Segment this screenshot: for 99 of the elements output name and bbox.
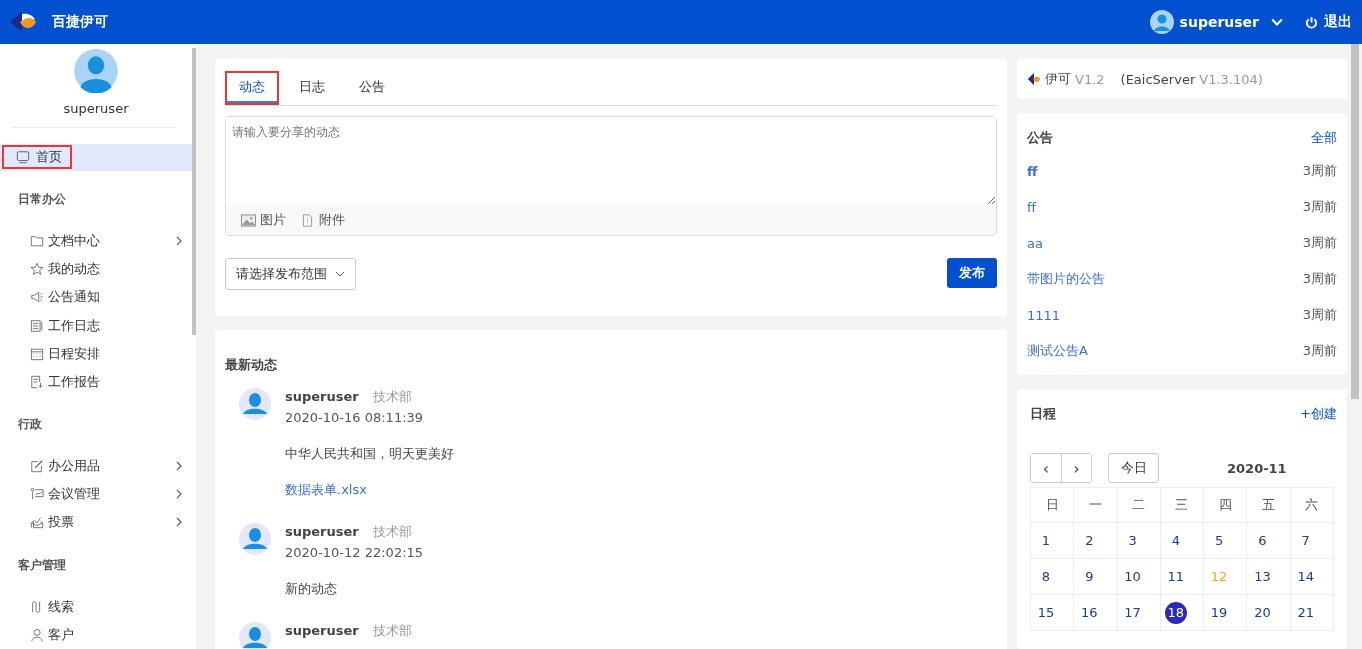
meeting-icon <box>30 487 44 502</box>
user-name: superuser <box>63 100 129 116</box>
post-time: 2020-10-16 08:11:39 <box>285 410 424 425</box>
server-version: V1.3.104) <box>1199 71 1263 87</box>
author-name: superuser <box>285 389 359 404</box>
weekday-header: 二 <box>1117 487 1161 523</box>
sidebar-item[interactable]: 我的动态 <box>0 255 192 284</box>
author-name: superuser <box>285 524 359 539</box>
folder-icon <box>30 233 44 248</box>
next-button[interactable]: › <box>1061 454 1091 482</box>
chevron-right-icon <box>176 461 182 472</box>
notice-link[interactable]: 测试公告A <box>1027 342 1088 360</box>
image-button[interactable]: 图片 <box>241 211 286 229</box>
section-heading: 行政 <box>17 415 43 433</box>
server-name: (EaicServer <box>1120 71 1196 87</box>
department: 技术部 <box>372 524 412 539</box>
notice-link[interactable]: ff <box>1027 199 1036 215</box>
app-name: 百捷伊可 <box>52 13 108 31</box>
sidebar-item[interactable]: 文档中心 <box>0 226 192 256</box>
chevron-down-icon <box>1271 18 1283 26</box>
sidebar-item[interactable]: 办公用品 <box>0 451 192 481</box>
weekday-header: 五 <box>1246 487 1291 523</box>
notice-time: 3周前 <box>1302 306 1337 324</box>
chevron-down-icon <box>335 271 345 277</box>
avatar-icon <box>1149 10 1174 34</box>
avatar-icon <box>72 49 120 93</box>
view-all-link[interactable]: 全部 <box>1311 129 1337 147</box>
scrollbar[interactable] <box>192 48 196 335</box>
scrollbar[interactable] <box>1351 44 1359 399</box>
tab[interactable]: 日志 <box>285 71 339 105</box>
report-icon <box>30 374 44 389</box>
notice-time: 3周前 <box>1302 162 1337 180</box>
create-link[interactable]: +创建 <box>1300 405 1337 423</box>
notice-link[interactable]: 1111 <box>1027 307 1061 323</box>
avatar-icon <box>239 622 271 649</box>
notice-time: 3周前 <box>1302 342 1337 360</box>
chevron-right-icon <box>176 489 182 500</box>
notice-time: 3周前 <box>1302 198 1337 216</box>
calendar-day[interactable]: 18 <box>1164 601 1187 624</box>
power-icon <box>1305 15 1318 29</box>
edit-icon <box>30 459 44 474</box>
notice-link[interactable]: 带图片的公告 <box>1027 270 1105 288</box>
notice-time: 3周前 <box>1302 234 1337 252</box>
post-time: 2020-10-12 22:02:15 <box>285 545 424 560</box>
section-heading: 客户管理 <box>17 556 67 574</box>
sidebar-item[interactable]: 会议管理 <box>0 480 192 509</box>
today-button[interactable]: 今日 <box>1108 453 1159 483</box>
weekday-header: 四 <box>1203 487 1247 523</box>
sidebar-item[interactable]: 客户 <box>0 620 192 649</box>
logo-icon <box>1027 72 1041 86</box>
sidebar-item[interactable]: 公告通知 <box>0 283 192 312</box>
section-title: 最新动态 <box>225 356 278 374</box>
sidebar-item[interactable]: 工作报告 <box>0 367 192 396</box>
monitor-icon <box>16 150 30 165</box>
home-link[interactable]: 首页 <box>2 145 72 170</box>
post-text: 新的动态 <box>285 580 337 598</box>
scope-dropdown[interactable]: 请选择发布范围 <box>225 258 356 290</box>
card-title: 公告 <box>1027 129 1053 147</box>
sidebar-item[interactable]: 工作日志 <box>0 311 192 340</box>
tab[interactable]: 动态 <box>225 71 279 105</box>
chevron-right-icon <box>176 517 182 528</box>
department: 技术部 <box>372 389 412 404</box>
post-input-field[interactable]: 请输入要分享的动态 <box>226 117 996 205</box>
sidebar-item[interactable]: 日程安排 <box>0 339 192 368</box>
star-icon <box>30 262 44 277</box>
version-number: V1.2 <box>1075 71 1105 87</box>
speaker-icon <box>30 290 44 305</box>
publish-button[interactable]: 发布 <box>947 258 997 288</box>
notice-time: 3周前 <box>1302 270 1337 288</box>
department: 技术部 <box>372 623 412 638</box>
logo-icon <box>8 10 38 34</box>
avatar-icon <box>239 388 271 420</box>
post-text: 中华人民共和国，明天更美好 <box>285 445 454 463</box>
user-menu[interactable]: superuser <box>1149 10 1283 34</box>
calendar-icon <box>30 346 44 361</box>
person-icon <box>30 627 44 642</box>
file-link[interactable]: 数据表单.xlsx <box>285 481 367 499</box>
chevron-right-icon <box>176 235 182 246</box>
avatar-icon <box>239 523 271 555</box>
sidebar-item[interactable]: 投票 <box>0 508 192 537</box>
tab[interactable]: 公告 <box>345 71 399 105</box>
weekday-header: 日 <box>1030 487 1074 523</box>
attachment-button[interactable]: 附件 <box>300 211 345 229</box>
sidebar-item[interactable]: 线索 <box>0 592 192 621</box>
month-label: 2020-11 <box>1227 460 1287 476</box>
notice-link[interactable]: ff <box>1027 163 1038 179</box>
product-name: 伊可 <box>1045 70 1071 88</box>
weekday-header: 三 <box>1160 487 1204 523</box>
author-name: superuser <box>285 623 359 638</box>
weekday-header: 一 <box>1073 487 1118 523</box>
log-icon <box>30 318 44 333</box>
card-title: 日程 <box>1030 405 1056 423</box>
image-icon <box>241 213 256 227</box>
notice-link[interactable]: aa <box>1027 235 1043 251</box>
weekday-header: 六 <box>1290 487 1334 523</box>
logout-button[interactable]: 退出 <box>1305 13 1352 31</box>
section-heading: 日常办公 <box>17 190 67 208</box>
vote-icon <box>30 515 44 530</box>
file-icon <box>300 213 315 227</box>
